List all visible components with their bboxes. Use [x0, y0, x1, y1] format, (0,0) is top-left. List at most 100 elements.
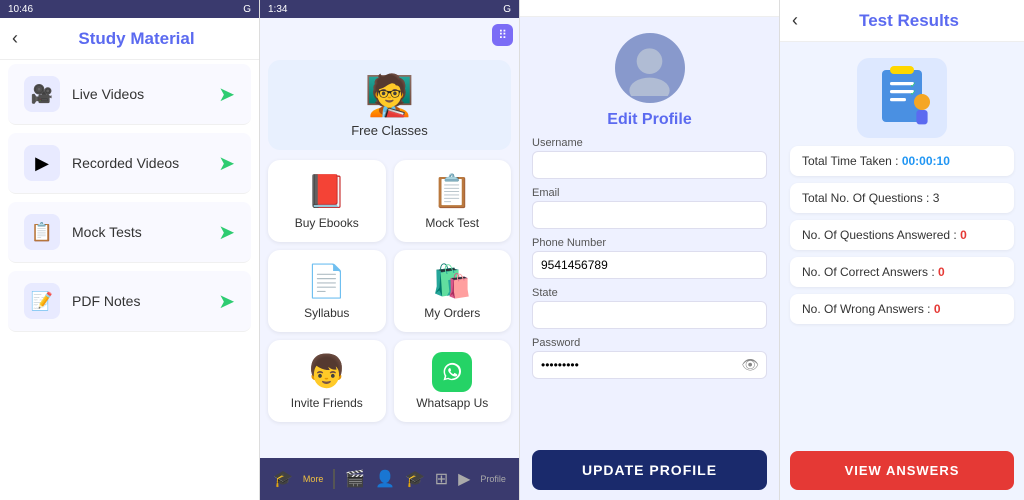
status-bar-2: 1:34 G — [260, 0, 519, 18]
panel1-header: ‹ Study Material — [0, 18, 259, 60]
whatsapp-us-label: Whatsapp Us — [402, 396, 504, 410]
status-bar-1: 10:46 G — [0, 0, 259, 18]
recorded-videos-label: Recorded Videos — [72, 155, 218, 171]
bottom-grid[interactable]: ⊞ — [435, 469, 448, 489]
live-videos-label: Live Videos — [72, 86, 218, 102]
email-input[interactable] — [532, 201, 767, 229]
time-label: Total Time Taken : — [802, 154, 902, 168]
recorded-videos-arrow: ➤ — [218, 151, 235, 176]
status-icons-2: G — [503, 4, 511, 15]
state-field: State — [532, 287, 767, 329]
password-label: Password — [532, 337, 767, 349]
avatar-section — [520, 17, 779, 111]
profile-form: Username Email Phone Number State Passwo… — [520, 137, 779, 440]
bottom-nav-2: 🎓 More 🎬 👤 🎓 ⊞ ▶ Profile — [260, 458, 519, 500]
profile-label: Profile — [480, 474, 506, 484]
username-field: Username — [532, 137, 767, 179]
bottom-learn[interactable]: 🎓 — [405, 469, 425, 489]
dots-menu-icon[interactable]: ⠿ — [492, 24, 513, 46]
grid-item-buy-ebooks[interactable]: 📕 Buy Ebooks — [268, 160, 386, 242]
result-card-total-questions: Total No. Of Questions : 3 — [790, 183, 1014, 213]
test-results-panel: ‹ Test Results ✓ ✓ Total Time Take — [780, 0, 1024, 500]
bottom-sep — [333, 469, 335, 489]
answered-label: No. Of Questions Answered : — [802, 228, 960, 242]
wrong-value: 0 — [934, 302, 941, 316]
free-classes-label: Free Classes — [280, 123, 499, 138]
update-profile-button[interactable]: UPDATE PROFILE — [532, 450, 767, 490]
mock-tests-arrow: ➤ — [218, 220, 235, 245]
more-label: More — [303, 474, 324, 484]
results-illustration: ✓ ✓ — [780, 42, 1024, 146]
total-q-label: Total No. Of Questions : — [802, 191, 933, 205]
free-classes-illustration: 🧑‍🏫 — [280, 72, 499, 119]
menu-item-live-videos[interactable]: 🎥 Live Videos ➤ — [8, 64, 251, 125]
grid-item-whatsapp-us[interactable]: Whatsapp Us — [394, 340, 512, 422]
live-videos-arrow: ➤ — [218, 82, 235, 107]
time-value: 00:00:10 — [902, 154, 950, 168]
result-card-wrong: No. Of Wrong Answers : 0 — [790, 294, 1014, 324]
panel3-header — [520, 0, 779, 17]
bottom-user[interactable]: 👤 — [375, 469, 395, 489]
whatsapp-icon — [432, 352, 472, 392]
password-wrapper: 👁 — [532, 351, 767, 379]
my-orders-icon: 🛍️ — [402, 262, 504, 300]
menu-item-pdf-notes[interactable]: 📝 PDF Notes ➤ — [8, 271, 251, 332]
invite-friends-label: Invite Friends — [276, 396, 378, 410]
username-input[interactable] — [532, 151, 767, 179]
state-input[interactable] — [532, 301, 767, 329]
pdf-notes-arrow: ➤ — [218, 289, 235, 314]
pdf-notes-label: PDF Notes — [72, 293, 218, 309]
correct-value: 0 — [938, 265, 945, 279]
phone-input[interactable] — [532, 251, 767, 279]
grid-icon: ⊞ — [435, 469, 448, 489]
phone-field: Phone Number — [532, 237, 767, 279]
result-card-answered: No. Of Questions Answered : 0 — [790, 220, 1014, 250]
panel4-title: Test Results — [806, 11, 1012, 31]
grid-item-mock-test[interactable]: 📋 Mock Test — [394, 160, 512, 242]
panel1-title: Study Material — [26, 29, 247, 49]
back-button-4[interactable]: ‹ — [792, 10, 798, 31]
syllabus-label: Syllabus — [276, 306, 378, 320]
password-field: Password 👁 — [532, 337, 767, 379]
answered-value: 0 — [960, 228, 967, 242]
password-input[interactable] — [532, 351, 767, 379]
vid2-icon: ▶ — [458, 469, 470, 489]
free-classes-banner[interactable]: 🧑‍🏫 Free Classes — [268, 60, 511, 150]
menu-item-recorded-videos[interactable]: ▶ Recorded Videos ➤ — [8, 133, 251, 194]
username-label: Username — [532, 137, 767, 149]
invite-friends-icon: 👦 — [276, 352, 378, 390]
pdf-notes-icon: 📝 — [24, 283, 60, 319]
syllabus-icon: 📄 — [276, 262, 378, 300]
grid-item-invite-friends[interactable]: 👦 Invite Friends — [268, 340, 386, 422]
bottom-vid2[interactable]: ▶ — [458, 469, 470, 489]
bottom-more[interactable]: More — [303, 474, 324, 484]
avatar — [615, 33, 685, 103]
my-orders-label: My Orders — [402, 306, 504, 320]
result-card-time: Total Time Taken : 00:00:10 — [790, 146, 1014, 176]
panel4-header: ‹ Test Results — [780, 0, 1024, 42]
view-answers-button[interactable]: VIEW ANSWERS — [790, 451, 1014, 490]
time-1: 10:46 — [8, 4, 33, 15]
mock-test-icon: 📋 — [402, 172, 504, 210]
back-button-1[interactable]: ‹ — [12, 28, 18, 49]
mock-test-label: Mock Test — [402, 216, 504, 230]
grid-item-my-orders[interactable]: 🛍️ My Orders — [394, 250, 512, 332]
edit-profile-panel: Edit Profile Username Email Phone Number… — [520, 0, 780, 500]
buy-ebooks-icon: 📕 — [276, 172, 378, 210]
recorded-videos-icon: ▶ — [24, 145, 60, 181]
bottom-video[interactable]: 🎬 — [345, 469, 365, 489]
grid-item-syllabus[interactable]: 📄 Syllabus — [268, 250, 386, 332]
email-field: Email — [532, 187, 767, 229]
grid-items-container: 📕 Buy Ebooks 📋 Mock Test 📄 Syllabus 🛍️ M… — [268, 160, 511, 422]
menu-item-mock-tests[interactable]: 📋 Mock Tests ➤ — [8, 202, 251, 263]
study-material-panel: 10:46 G ‹ Study Material 🎥 Live Videos ➤… — [0, 0, 260, 500]
user-icon: 👤 — [375, 469, 395, 489]
buy-ebooks-label: Buy Ebooks — [276, 216, 378, 230]
result-card-correct: No. Of Correct Answers : 0 — [790, 257, 1014, 287]
phone-label: Phone Number — [532, 237, 767, 249]
eye-toggle-icon[interactable]: 👁 — [741, 357, 759, 374]
mock-tests-icon: 📋 — [24, 214, 60, 250]
learn-icon: 🎓 — [405, 469, 425, 489]
bottom-profile2[interactable]: Profile — [480, 474, 506, 484]
bottom-home[interactable]: 🎓 — [273, 469, 293, 489]
